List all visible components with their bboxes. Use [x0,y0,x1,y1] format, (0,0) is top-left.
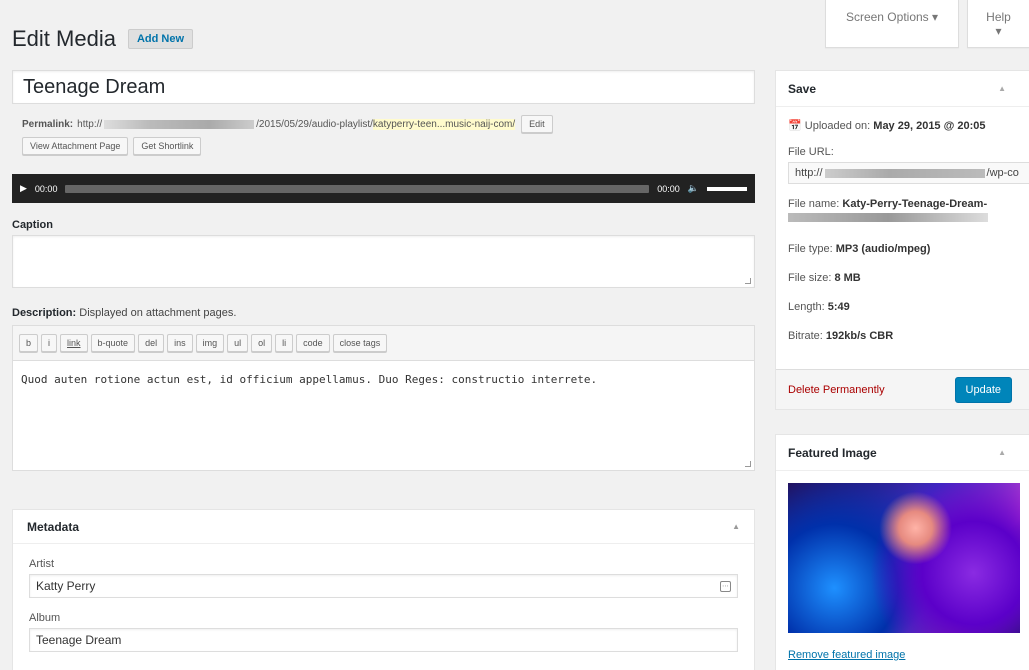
permalink-row: Permalink: http:// /2015/05/29/audio-pla… [22,115,553,133]
permalink-buttons: View Attachment Page Get Shortlink [22,137,202,155]
description-editor: b i link b-quote del ins img ul ol li co… [12,325,755,471]
bitrate-label: Bitrate: [788,330,823,342]
major-actions: Delete Permanently Update [776,369,1029,409]
file-name-redacted [788,213,988,222]
file-url-redacted [824,168,985,178]
artist-field[interactable]: Katty Perry ⋯ [29,574,738,598]
featured-image-thumbnail[interactable] [788,483,1020,633]
artist-value: Katty Perry [36,579,96,593]
artist-label: Artist [29,558,55,570]
permalink-label: Permalink: [22,118,74,130]
file-size-label: File size: [788,272,832,284]
progress-rail[interactable] [65,184,650,193]
help-button[interactable]: Help ▾ [967,0,1029,48]
bitrate-row: Bitrate: 192kb/s CBR [776,330,1029,342]
duration: 00:00 [657,183,680,194]
quicktag-bquote-button[interactable]: b-quote [90,334,136,352]
file-url-input[interactable]: http:// /wp-co [788,162,1029,184]
get-shortlink-button[interactable]: Get Shortlink [133,137,202,155]
quicktag-bold-button[interactable]: b [19,334,39,352]
album-field[interactable]: Teenage Dream [29,628,738,652]
uploaded-value: May 29, 2015 @ 20:05 [873,120,986,132]
current-time: 00:00 [34,183,58,194]
permalink-prefix: http:// [77,118,103,130]
save-title: Save [788,81,817,96]
page-title: Edit Media [12,26,116,51]
metadata-title: Metadata [27,519,80,534]
add-new-button[interactable]: Add New [127,29,194,49]
file-name-row: File name: Katy-Perry-Teenage-Dream- [776,198,1029,210]
featured-image-header[interactable]: Featured Image ▲ [776,435,1029,471]
file-name-redacted-row [776,213,1029,225]
collapse-arrow-icon[interactable]: ▲ [998,448,1006,457]
calendar-icon: 📅 [788,120,802,132]
uploaded-label: Uploaded on: [804,120,871,132]
file-name-value: Katy-Perry-Teenage-Dream- [842,198,988,210]
length-value: 5:49 [827,301,850,313]
file-size-row: File size: 8 MB [776,272,1029,284]
remove-featured-image-link[interactable]: Remove featured image [788,649,1029,661]
caption-label: Caption [12,219,53,231]
resize-handle-icon[interactable] [745,461,751,467]
uploaded-row: 📅 Uploaded on: May 29, 2015 @ 20:05 [776,119,1029,132]
update-button[interactable]: Update [954,376,1012,403]
volume-slider[interactable] [707,186,747,191]
album-value: Teenage Dream [36,633,122,647]
quicktag-ol-button[interactable]: ol [251,334,273,352]
metadata-header[interactable]: Metadata ▲ [13,510,754,544]
permalink-path: /2015/05/29/audio-playlist/ [256,118,373,130]
save-box: Save ▲ 📅 Uploaded on: May 29, 2015 @ 20:… [775,70,1029,410]
description-label-row: Description: Displayed on attachment pag… [12,307,236,319]
field-options-icon[interactable]: ⋯ [720,580,731,592]
bitrate-value: 192kb/s CBR [825,330,894,342]
resize-handle-icon[interactable] [745,278,751,284]
save-header[interactable]: Save ▲ [776,71,1029,107]
album-label: Album [29,612,61,624]
edit-permalink-button[interactable]: Edit [521,115,553,133]
description-textarea[interactable]: Quod auten rotione actun est, id officiu… [13,361,754,398]
metadata-box: Metadata ▲ Artist Katty Perry ⋯ Album Te… [12,509,755,670]
file-type-value: MP3 (audio/mpeg) [835,243,931,255]
collapse-arrow-icon[interactable]: ▲ [732,522,740,531]
screen-meta-tabs: Screen Options ▾ Help ▾ [825,0,1029,48]
quicktags-toolbar: b i link b-quote del ins img ul ol li co… [13,326,754,361]
file-url-label: File URL: [788,146,834,158]
description-label: Description: [12,307,77,319]
file-type-row: File type: MP3 (audio/mpeg) [776,243,1029,255]
quicktag-close-tags-button[interactable]: close tags [332,334,388,352]
file-url-prefix: http:// [795,167,823,179]
page-heading: Edit Media Add New [12,26,194,52]
play-icon[interactable]: ▶ [20,183,27,194]
screen-options-button[interactable]: Screen Options ▾ [825,0,959,48]
file-type-label: File type: [788,243,833,255]
file-url-suffix: /wp-co [986,167,1019,179]
delete-permanently-link[interactable]: Delete Permanently [788,384,885,396]
volume-icon[interactable]: 🔈 [688,183,699,194]
length-row: Length: 5:49 [776,301,1029,313]
quicktag-ul-button[interactable]: ul [227,334,249,352]
quicktag-del-button[interactable]: del [138,334,165,352]
length-label: Length: [788,301,825,313]
file-name-label: File name: [788,198,840,210]
featured-image-box: Featured Image ▲ Remove featured image [775,434,1029,670]
caption-input[interactable] [12,235,755,288]
quicktag-img-button[interactable]: img [195,334,225,352]
quicktag-ins-button[interactable]: ins [167,334,193,352]
view-attachment-page-button[interactable]: View Attachment Page [22,137,129,155]
title-input[interactable]: Teenage Dream [12,70,755,104]
quicktag-code-button[interactable]: code [296,334,330,352]
audio-player: ▶ 00:00 00:00 🔈 [12,174,755,203]
quicktag-link-button[interactable]: link [60,334,88,352]
quicktag-italic-button[interactable]: i [41,334,58,352]
file-size-value: 8 MB [834,272,861,284]
quicktag-li-button[interactable]: li [275,334,294,352]
permalink-slug: katyperry-teen...music-naij-com/ [372,118,516,130]
collapse-arrow-icon[interactable]: ▲ [998,84,1006,93]
permalink-redacted [104,119,255,129]
featured-image-title: Featured Image [788,445,877,460]
description-hint: Displayed on attachment pages. [79,307,237,319]
